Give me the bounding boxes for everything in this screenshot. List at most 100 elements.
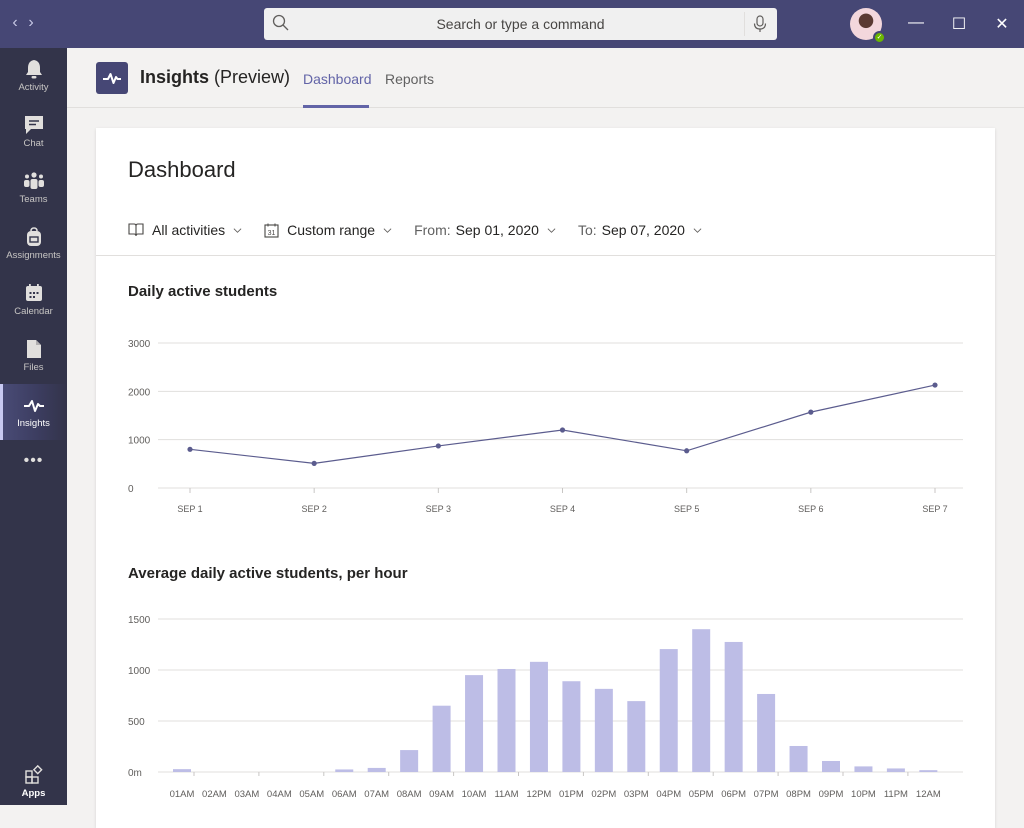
x-tick-label: 12AM bbox=[916, 789, 941, 800]
bar bbox=[692, 629, 711, 772]
to-date-value: Sep 07, 2020 bbox=[601, 222, 685, 238]
y-tick-label: 3000 bbox=[128, 339, 151, 350]
activity-filter-dropdown[interactable]: All activities bbox=[128, 222, 242, 238]
close-window-button[interactable]: ✕ bbox=[992, 14, 1012, 34]
rail-label: Apps bbox=[21, 788, 46, 799]
app-name: Insights bbox=[140, 67, 210, 87]
app-header: Insights (Preview) Dashboard Reports bbox=[67, 48, 1024, 108]
bar bbox=[789, 745, 808, 772]
chat-icon bbox=[24, 116, 43, 134]
bar bbox=[497, 668, 516, 772]
x-tick-label: 10PM bbox=[851, 789, 876, 800]
from-date-picker[interactable]: From: Sep 01, 2020 bbox=[414, 222, 556, 238]
line-chart-title: Daily active students bbox=[128, 283, 278, 300]
bell-icon bbox=[25, 60, 42, 79]
x-tick-label: 09AM bbox=[429, 789, 454, 800]
pulse-icon bbox=[103, 73, 121, 84]
rail-label: Insights bbox=[17, 418, 50, 429]
bar bbox=[659, 649, 678, 772]
maximize-button[interactable]: ☐ bbox=[949, 14, 969, 34]
rail-item-activity[interactable]: Activity bbox=[0, 48, 67, 104]
bar bbox=[822, 760, 840, 772]
svg-text:31: 31 bbox=[268, 230, 276, 237]
data-point bbox=[808, 409, 814, 415]
bar bbox=[400, 750, 419, 772]
x-tick-label: 01AM bbox=[170, 789, 195, 800]
rail-item-assignments[interactable]: Assignments bbox=[0, 216, 67, 272]
tab-reports[interactable]: Reports bbox=[385, 71, 434, 87]
x-tick-label: 05AM bbox=[299, 789, 324, 800]
apps-icon bbox=[24, 764, 43, 784]
minimize-button[interactable]: — bbox=[906, 14, 926, 34]
chevron-down-icon bbox=[383, 227, 392, 233]
x-tick-label: SEP 2 bbox=[301, 504, 326, 514]
app-rail: Activity Chat Teams Assignments Calendar… bbox=[0, 48, 67, 805]
search-box[interactable]: Search or type a command bbox=[264, 8, 777, 40]
hourly-active-students-chart: 0m 500 1000 1500 01AM 02AM 03AM 04AM 05AM 06AM 07A… bbox=[128, 615, 963, 800]
y-tick-label: 0m bbox=[128, 768, 142, 779]
y-tick-label: 2000 bbox=[128, 387, 151, 398]
rail-label: Teams bbox=[19, 194, 48, 205]
app-title: Insights (Preview) bbox=[140, 67, 290, 88]
rail-item-chat[interactable]: Chat bbox=[0, 104, 67, 160]
series-line bbox=[189, 384, 936, 464]
data-point bbox=[187, 446, 193, 452]
backpack-icon bbox=[26, 227, 41, 246]
microphone-icon[interactable] bbox=[751, 14, 769, 34]
book-icon bbox=[128, 223, 144, 237]
data-point bbox=[559, 427, 566, 433]
back-button[interactable]: ‹ bbox=[10, 14, 20, 32]
x-tick-label: 04PM bbox=[656, 789, 681, 800]
x-tick-label: 11PM bbox=[884, 789, 908, 800]
filter-bar: All activities 31 Custom range From: Sep… bbox=[128, 220, 724, 240]
calendar-icon: 31 bbox=[264, 223, 279, 238]
bar-chart-title: Average daily active students, per hour bbox=[128, 565, 408, 582]
x-tick-label: 06AM bbox=[332, 789, 357, 800]
bar bbox=[627, 701, 646, 772]
x-tick-label: 12PM bbox=[527, 789, 552, 800]
forward-button[interactable]: › bbox=[26, 14, 36, 32]
rail-item-apps[interactable]: Apps bbox=[0, 758, 67, 805]
y-tick-label: 1000 bbox=[128, 666, 151, 677]
x-tick-label: 08AM bbox=[397, 789, 422, 800]
search-input[interactable]: Search or type a command bbox=[264, 16, 777, 32]
to-date-picker[interactable]: To: Sep 07, 2020 bbox=[578, 222, 702, 238]
x-tick-label: 04AM bbox=[267, 789, 292, 800]
bar bbox=[367, 767, 386, 772]
calendar-icon bbox=[25, 284, 42, 301]
x-tick-label: 06PM bbox=[721, 789, 746, 800]
rail-label: Calendar bbox=[14, 306, 53, 317]
rail-item-calendar[interactable]: Calendar bbox=[0, 272, 67, 328]
bar bbox=[465, 675, 484, 772]
tab-dashboard[interactable]: Dashboard bbox=[303, 71, 372, 87]
rail-item-teams[interactable]: Teams bbox=[0, 160, 67, 216]
bar bbox=[886, 768, 905, 772]
bar bbox=[562, 681, 581, 772]
x-tick-label: SEP 7 bbox=[922, 504, 947, 514]
user-avatar[interactable]: ✓ bbox=[850, 8, 886, 44]
x-tick-label: 08PM bbox=[786, 789, 811, 800]
activity-filter-value: All activities bbox=[152, 222, 226, 238]
rail-item-insights[interactable]: Insights bbox=[0, 384, 67, 440]
y-tick-label: 0 bbox=[128, 484, 134, 495]
date-range-value: Custom range bbox=[287, 222, 376, 238]
bar bbox=[854, 766, 873, 772]
dashboard-card: Dashboard All activities 31 Custom range… bbox=[96, 128, 995, 828]
bar bbox=[594, 688, 613, 772]
preview-label: (Preview) bbox=[214, 67, 291, 87]
available-status-icon: ✓ bbox=[873, 31, 886, 44]
data-point bbox=[684, 448, 690, 454]
more-apps-button[interactable]: ••• bbox=[0, 440, 67, 480]
from-label: From: bbox=[414, 222, 451, 238]
date-range-dropdown[interactable]: 31 Custom range bbox=[264, 222, 392, 238]
insights-app-logo bbox=[96, 62, 128, 94]
rail-item-files[interactable]: Files bbox=[0, 328, 67, 384]
bar bbox=[724, 641, 743, 772]
x-tick-label: SEP 6 bbox=[798, 504, 823, 514]
bar bbox=[919, 770, 938, 772]
x-tick-label: SEP 3 bbox=[426, 504, 451, 514]
from-date-value: Sep 01, 2020 bbox=[455, 222, 539, 238]
bar bbox=[432, 705, 451, 772]
history-nav: ‹ › bbox=[10, 14, 36, 32]
rail-label: Activity bbox=[18, 82, 49, 93]
